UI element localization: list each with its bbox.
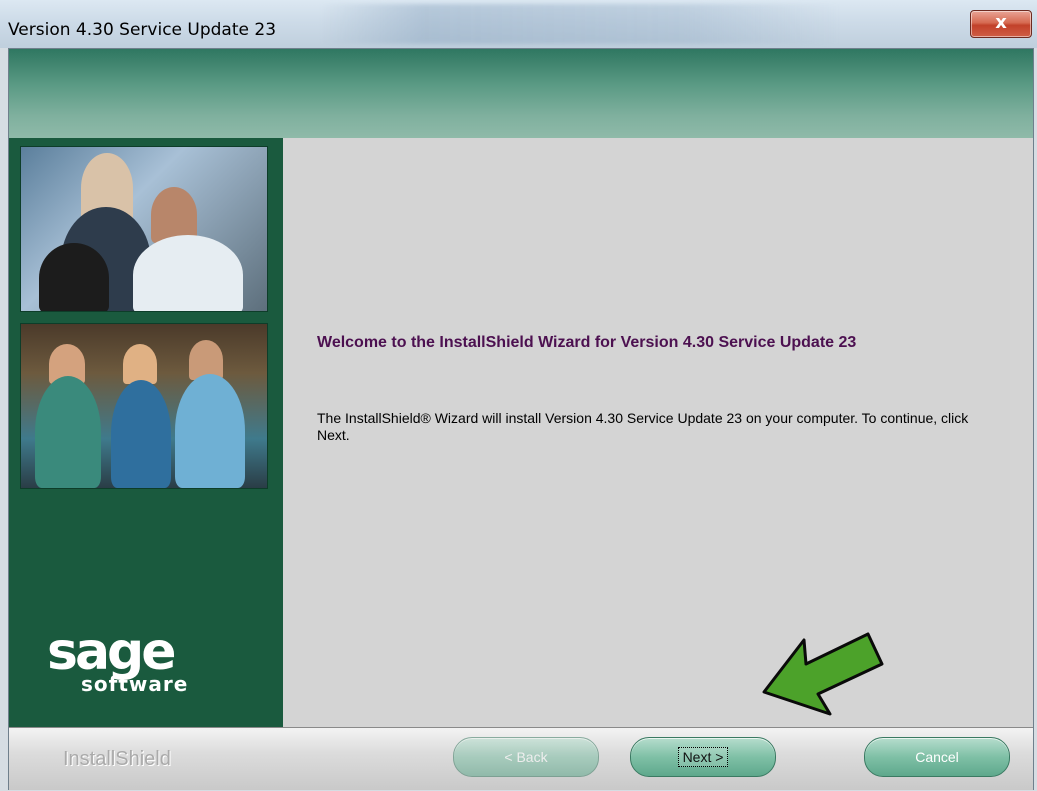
close-button[interactable]: x [970, 10, 1032, 38]
sage-logo: sage software [47, 626, 188, 696]
welcome-description: The InstallShield® Wizard will install V… [317, 410, 969, 443]
cancel-button[interactable]: Cancel [864, 737, 1010, 777]
next-button[interactable]: Next > [630, 737, 776, 777]
pointer-arrow-icon [762, 632, 884, 716]
workers-photo [20, 323, 268, 489]
background-blur [320, 4, 840, 44]
header-banner [9, 49, 1033, 138]
button-bar: InstallShield < Back Next > Cancel [9, 727, 1033, 790]
title-bar[interactable]: Version 4.30 Service Update 23 x [0, 0, 1037, 48]
logo-sub-text: software [81, 672, 189, 696]
back-button[interactable]: < Back [453, 737, 599, 777]
side-panel: sage software [9, 138, 283, 727]
window-title: Version 4.30 Service Update 23 [8, 20, 277, 40]
logo-main-text: sage [47, 622, 177, 682]
content-area: Welcome to the InstallShield Wizard for … [283, 138, 1033, 727]
office-photo [20, 146, 268, 312]
installshield-brand: InstallShield [63, 748, 171, 770]
installer-window: Version 4.30 Service Update 23 x sage so… [0, 0, 1037, 791]
next-button-label: Next > [677, 747, 729, 767]
welcome-heading: Welcome to the InstallShield Wizard for … [317, 334, 857, 351]
close-icon: x [995, 12, 1007, 33]
